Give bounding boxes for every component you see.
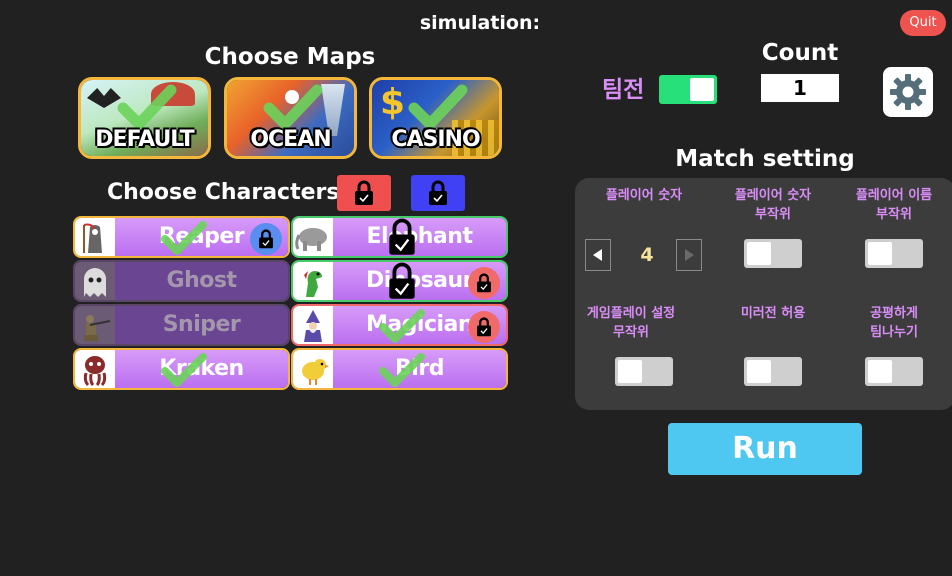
random-player-count-label: 플레이어 숫자 부작위 — [734, 188, 812, 222]
team-battle-toggle[interactable] — [659, 75, 717, 104]
player-count-label: 플레이어 숫자 — [605, 188, 683, 203]
settings-button[interactable] — [883, 67, 933, 117]
character-card-kraken[interactable]: Kraken — [73, 348, 290, 390]
count-title: Count — [761, 40, 839, 66]
character-name: Sniper — [162, 312, 241, 337]
random-player-count-toggle[interactable] — [744, 239, 802, 268]
allow-mirror-label: 미러전 허용 — [740, 306, 806, 321]
random-gameplay-label: 게임플레이 설정 무작위 — [586, 306, 676, 340]
red-lock-badge — [468, 311, 500, 343]
map-card-casino[interactable]: $ CASINO — [369, 77, 502, 159]
check-icon — [379, 309, 425, 343]
map-label: OCEAN — [250, 127, 331, 152]
random-gameplay-toggle[interactable] — [615, 357, 673, 386]
run-button[interactable]: Run — [668, 423, 862, 475]
map-card-default[interactable]: DEFAULT — [78, 77, 211, 159]
character-card-bird[interactable]: Bird — [291, 348, 508, 390]
lock-icon — [389, 262, 415, 299]
player-count-value: 4 — [640, 244, 654, 266]
lock-icon — [389, 218, 415, 255]
blue-lock-badge — [250, 223, 282, 255]
quit-button[interactable]: Quit — [900, 10, 946, 36]
dinosaur-portrait — [293, 262, 333, 300]
character-card-ghost[interactable]: Ghost — [73, 260, 290, 302]
triangle-right-icon — [685, 249, 694, 261]
gear-icon — [890, 74, 926, 110]
count-input[interactable] — [761, 74, 839, 102]
character-card-reaper[interactable]: Reaper — [73, 216, 290, 258]
map-label: DEFAULT — [95, 127, 194, 152]
lock-icon — [477, 273, 491, 293]
reaper-portrait — [75, 218, 115, 256]
check-icon — [379, 353, 425, 387]
character-card-elephant[interactable]: Elephant — [291, 216, 508, 258]
random-player-name-label: 플레이어 이름 부작위 — [855, 188, 933, 222]
sniper-portrait — [75, 306, 115, 344]
fair-teams-toggle[interactable] — [865, 357, 923, 386]
match-setting-title: Match setting — [675, 146, 855, 172]
team-battle-label: 팀전 — [602, 77, 645, 103]
character-card-magician[interactable]: Magician — [291, 304, 508, 346]
character-name: Elephant — [366, 224, 473, 249]
red-lock-badge — [468, 267, 500, 299]
blue-team-lock-button[interactable] — [411, 175, 465, 211]
map-label: CASINO — [391, 127, 480, 152]
fair-teams-label: 공평하게 팀나누기 — [870, 306, 918, 340]
kraken-portrait — [75, 350, 115, 388]
check-icon — [408, 84, 468, 130]
decrease-player-count-button[interactable] — [585, 239, 611, 271]
check-icon — [161, 353, 207, 387]
check-icon — [263, 84, 323, 130]
lock-icon — [429, 180, 447, 205]
map-card-ocean[interactable]: OCEAN — [224, 77, 357, 159]
elephant-portrait — [293, 218, 333, 256]
check-icon — [117, 84, 177, 130]
bird-portrait — [293, 350, 333, 388]
choose-characters-title: Choose Characters — [107, 180, 340, 205]
choose-maps-title: Choose Maps — [204, 44, 376, 70]
lock-icon — [355, 180, 373, 205]
character-name: Ghost — [166, 268, 237, 293]
simulation-title: simulation: — [419, 12, 541, 34]
check-icon — [161, 221, 207, 255]
ghost-portrait — [75, 262, 115, 300]
random-player-name-toggle[interactable] — [865, 239, 923, 268]
character-card-sniper[interactable]: Sniper — [73, 304, 290, 346]
lock-icon — [259, 229, 273, 249]
red-team-lock-button[interactable] — [337, 175, 391, 211]
triangle-left-icon — [593, 249, 602, 261]
lock-icon — [477, 317, 491, 337]
allow-mirror-toggle[interactable] — [744, 357, 802, 386]
character-card-dinosaur[interactable]: Dinosaur — [291, 260, 508, 302]
increase-player-count-button[interactable] — [676, 239, 702, 271]
magician-portrait — [293, 306, 333, 344]
